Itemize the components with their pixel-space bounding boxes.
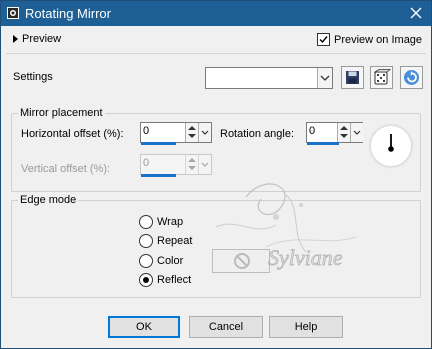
checkmark-icon: [319, 36, 328, 44]
radio-reflect[interactable]: [139, 273, 153, 287]
rotation-angle-dropdown[interactable]: [350, 123, 363, 142]
dialog-window: Rotating Mirror Preview Preview on Image…: [0, 0, 432, 349]
vertical-offset-slider: [141, 174, 176, 177]
vertical-offset-dropdown: [198, 155, 211, 174]
save-preset-button[interactable]: [341, 66, 364, 89]
horizontal-offset-input[interactable]: 0: [140, 122, 212, 143]
watermark-logo: Sylviane: [215, 183, 357, 270]
rotation-angle-value: 0: [309, 125, 316, 137]
edge-mode-repeat[interactable]: Repeat: [139, 234, 192, 248]
vertical-offset-value: 0: [143, 157, 150, 169]
close-icon[interactable]: [407, 4, 425, 22]
vertical-offset-input: 0: [140, 154, 212, 175]
horizontal-offset-spinner[interactable]: [185, 123, 198, 142]
reset-button[interactable]: [400, 66, 423, 89]
rotation-angle-label: Rotation angle:: [220, 128, 294, 140]
edge-mode-reflect-label: Reflect: [157, 274, 192, 286]
radio-color[interactable]: [139, 254, 153, 268]
chevron-down-icon: [201, 162, 209, 167]
chevron-down-icon: [201, 130, 209, 135]
horizontal-offset-slider[interactable]: [141, 142, 176, 145]
radio-wrap[interactable]: [139, 215, 153, 229]
chevron-down-icon: [320, 75, 330, 81]
help-button[interactable]: Help: [269, 316, 343, 338]
edge-mode-reflect[interactable]: Reflect: [139, 273, 191, 287]
expand-triangle-icon: [13, 35, 18, 43]
cancel-button[interactable]: Cancel: [189, 316, 263, 338]
edge-mode-repeat-label: Repeat: [157, 235, 193, 247]
preview-label: Preview: [22, 33, 62, 45]
chevron-down-icon: [353, 130, 361, 135]
window-title: Rotating Mirror: [25, 6, 111, 21]
preview-on-image-label: Preview on Image: [334, 33, 423, 46]
title-bar[interactable]: Rotating Mirror: [1, 1, 431, 26]
radio-repeat[interactable]: [139, 234, 153, 248]
watermark-text: Sylviane: [268, 245, 343, 270]
rotation-dial[interactable]: [370, 125, 412, 167]
preset-dropdown-button[interactable]: [317, 68, 332, 88]
undo-icon: [404, 70, 419, 85]
horizontal-offset-label-text: Horizontal offset (%):: [21, 128, 124, 140]
divider: [6, 53, 426, 54]
vertical-offset-spinner: [185, 155, 198, 174]
settings-label: Settings: [13, 71, 53, 83]
preview-expander[interactable]: Preview: [13, 33, 61, 45]
randomize-button[interactable]: [370, 66, 393, 89]
edge-mode-wrap-label: Wrap: [157, 216, 184, 228]
horizontal-offset-value: 0: [143, 125, 150, 137]
preset-dropdown[interactable]: [205, 67, 333, 89]
edge-mode-color-label: Color: [157, 255, 184, 267]
ok-button[interactable]: OK: [108, 316, 180, 338]
rotation-angle-slider[interactable]: [307, 142, 339, 145]
dice-icon: [373, 69, 392, 85]
edge-mode-title: Edge mode: [18, 194, 79, 206]
edge-mode-wrap[interactable]: Wrap: [139, 215, 183, 229]
rotation-angle-input[interactable]: 0: [306, 122, 363, 143]
edge-mode-color[interactable]: Color: [139, 254, 183, 268]
app-icon: [7, 7, 19, 19]
horizontal-offset-dropdown[interactable]: [198, 123, 211, 142]
dial-needle-icon: [388, 134, 394, 152]
rotation-angle-spinner[interactable]: [337, 123, 350, 142]
horizontal-offset-label: Horizontal offset (%):: [21, 128, 124, 140]
preview-on-image-option[interactable]: Preview on Image: [317, 33, 422, 46]
mirror-placement-title: Mirror placement: [18, 107, 105, 119]
vertical-offset-label: Vertical offset (%):: [21, 163, 111, 175]
preview-on-image-checkbox[interactable]: [317, 33, 330, 46]
save-icon: [346, 71, 359, 84]
